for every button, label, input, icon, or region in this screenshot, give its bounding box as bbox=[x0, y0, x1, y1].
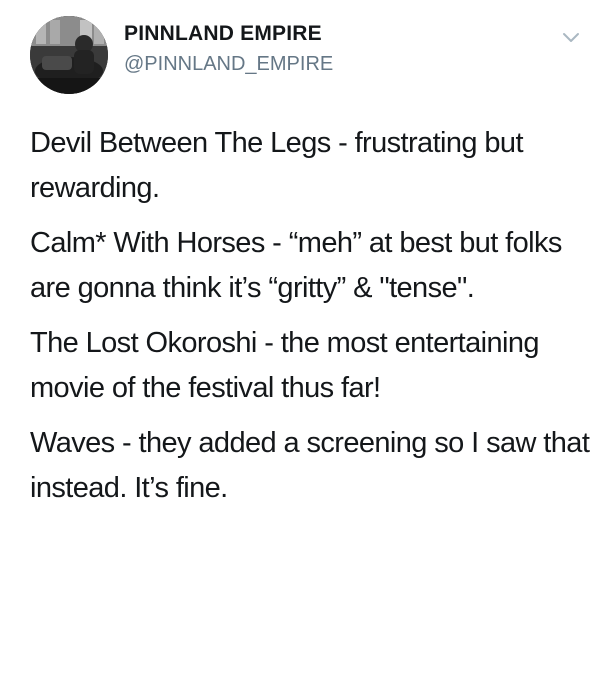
chevron-down-icon[interactable] bbox=[560, 26, 582, 48]
tweet-paragraph: Waves - they added a screening so I saw … bbox=[30, 427, 590, 504]
user-handle[interactable]: @PINNLAND_EMPIRE bbox=[124, 53, 333, 76]
profile-photo-icon bbox=[30, 16, 108, 94]
tweet-paragraph: Devil Between The Legs - frustrating but… bbox=[30, 127, 524, 204]
tweet-card: PINNLAND EMPIRE @PINNLAND_EMPIRE Devil B… bbox=[0, 0, 608, 673]
tweet-text: Devil Between The Legs - frustrating but… bbox=[30, 121, 590, 521]
avatar[interactable] bbox=[30, 16, 108, 94]
tweet-paragraph: The Lost Okoroshi - the most entertainin… bbox=[30, 327, 540, 404]
tweet-paragraph: Calm* With Horses - “meh” at best but fo… bbox=[30, 227, 562, 304]
display-name[interactable]: PINNLAND EMPIRE bbox=[124, 22, 322, 46]
tweet-header: PINNLAND EMPIRE @PINNLAND_EMPIRE bbox=[30, 16, 590, 96]
